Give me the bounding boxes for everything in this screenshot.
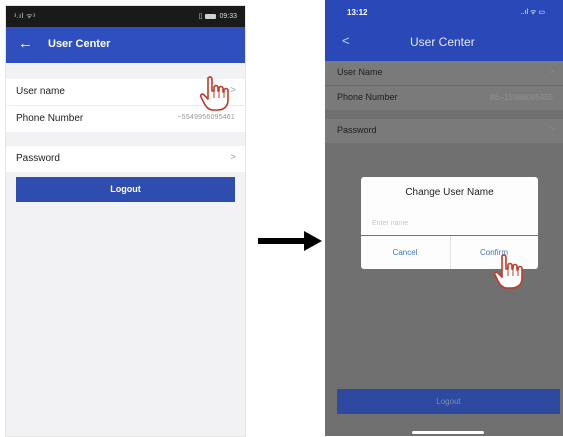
battery-level-icon (205, 13, 217, 19)
row-password[interactable]: Password > (6, 146, 245, 172)
status-icons: ..ıl ᯤ ▭ (520, 9, 545, 16)
status-right: ▯ 09:33 (199, 12, 237, 20)
right-phone-screen: 13:12 ..ıl ᯤ ▭ < User Center User Name >… (325, 0, 563, 436)
chevron-right-icon: > (549, 66, 555, 76)
row-label: User Name (337, 67, 383, 77)
status-bar: ᵌ.ıl ᯤᵌ ▯ 09:33 (6, 6, 245, 27)
right-arrow-icon (258, 231, 322, 251)
home-indicator (412, 431, 484, 434)
nav-bar: ← User Center (6, 27, 245, 63)
nav-bar: 13:12 ..ıl ᯤ ▭ < User Center (325, 0, 563, 61)
page-title: User Center (48, 38, 111, 50)
signal-wifi-indicator: ᵌ.ıl ᯤᵌ (14, 13, 36, 20)
status-time: 13:12 (347, 8, 368, 17)
row-label: Password (337, 125, 377, 135)
cancel-button[interactable]: Cancel (361, 236, 449, 269)
chevron-right-icon: > (230, 152, 236, 163)
status-time: 09:33 (219, 13, 237, 20)
battery-icon: ▯ (198, 13, 203, 20)
row-label: Phone Number (16, 113, 84, 124)
row-user-name[interactable]: User Name > (325, 61, 563, 85)
row-label: Password (16, 153, 60, 164)
logout-button[interactable]: Logout (16, 177, 235, 202)
page-title: User Center (410, 35, 475, 49)
back-chevron-icon[interactable]: < (342, 33, 350, 48)
pointing-hand-icon (493, 254, 523, 289)
pointing-hand-icon (199, 76, 229, 111)
row-label: Phone Number (337, 92, 398, 102)
dialog-title: Change User Name (405, 187, 494, 198)
phone-number-value: ~5549956095461 (177, 114, 235, 121)
chevron-right-icon: > (230, 85, 236, 96)
row-phone-number: Phone Number 86--15986095455 (325, 86, 563, 110)
name-input[interactable] (372, 212, 532, 234)
row-label: User name (16, 86, 65, 97)
logout-button[interactable]: Logout (337, 389, 560, 414)
phone-number-value: 86--15986095455 (489, 93, 553, 102)
row-password[interactable]: Password > (325, 119, 563, 143)
back-arrow-icon[interactable]: ← (18, 36, 33, 52)
chevron-right-icon: > (549, 124, 555, 134)
left-phone-screen: ᵌ.ıl ᯤᵌ ▯ 09:33 ← User Center User name >… (5, 5, 246, 437)
